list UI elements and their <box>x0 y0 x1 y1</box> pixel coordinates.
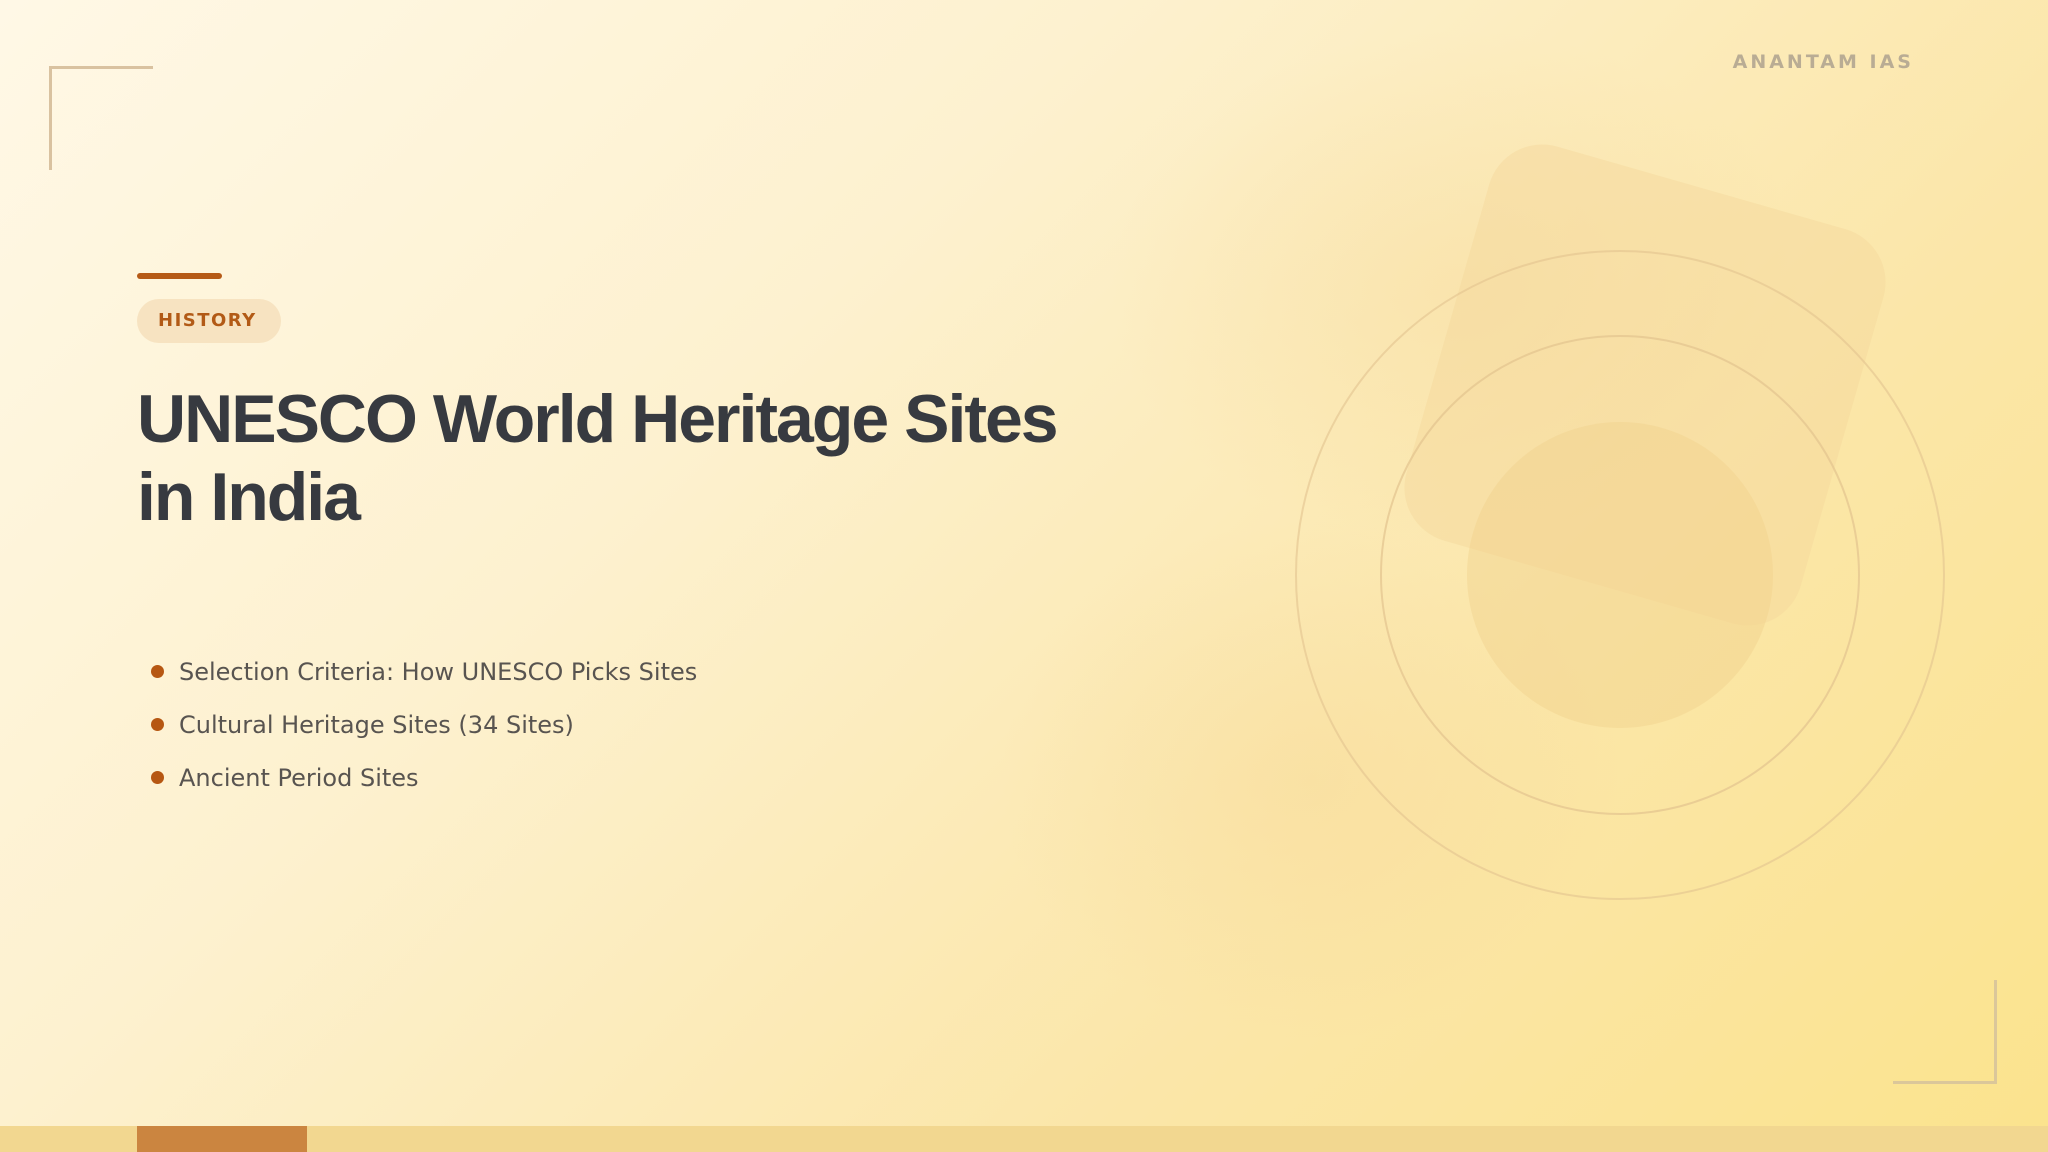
topic-list-item: Ancient Period Sites <box>150 755 697 808</box>
topic-list-item: Selection Criteria: How UNESCO Picks Sit… <box>150 649 697 702</box>
bullet-dot-icon <box>151 665 164 678</box>
decorative-graphic <box>1295 144 1945 900</box>
topic-label: Cultural Heritage Sites (34 Sites) <box>179 711 574 739</box>
slide-title-line-1: UNESCO World Heritage Sites <box>137 381 1059 457</box>
corner-bracket-bottom-right <box>1893 980 1997 1084</box>
slide-title: UNESCO World Heritage Sites in India <box>137 380 1137 536</box>
topic-list-item: Cultural Heritage Sites (34 Sites) <box>150 702 697 755</box>
bottom-progress-accent <box>137 1126 307 1152</box>
filled-circle-shape <box>1467 422 1773 728</box>
corner-bracket-top-left <box>49 66 153 170</box>
slide-title-line-2: in India <box>137 459 361 535</box>
accent-rule <box>137 273 222 279</box>
category-badge: HISTORY <box>137 299 281 343</box>
topic-label: Selection Criteria: How UNESCO Picks Sit… <box>179 658 698 686</box>
bullet-dot-icon <box>151 771 164 784</box>
bullet-dot-icon <box>151 718 164 731</box>
bottom-bar <box>0 1126 2048 1152</box>
topic-list: Selection Criteria: How UNESCO Picks Sit… <box>150 649 697 808</box>
brand-name: ANANTAM IAS <box>1732 51 1914 73</box>
topic-label: Ancient Period Sites <box>179 764 419 792</box>
